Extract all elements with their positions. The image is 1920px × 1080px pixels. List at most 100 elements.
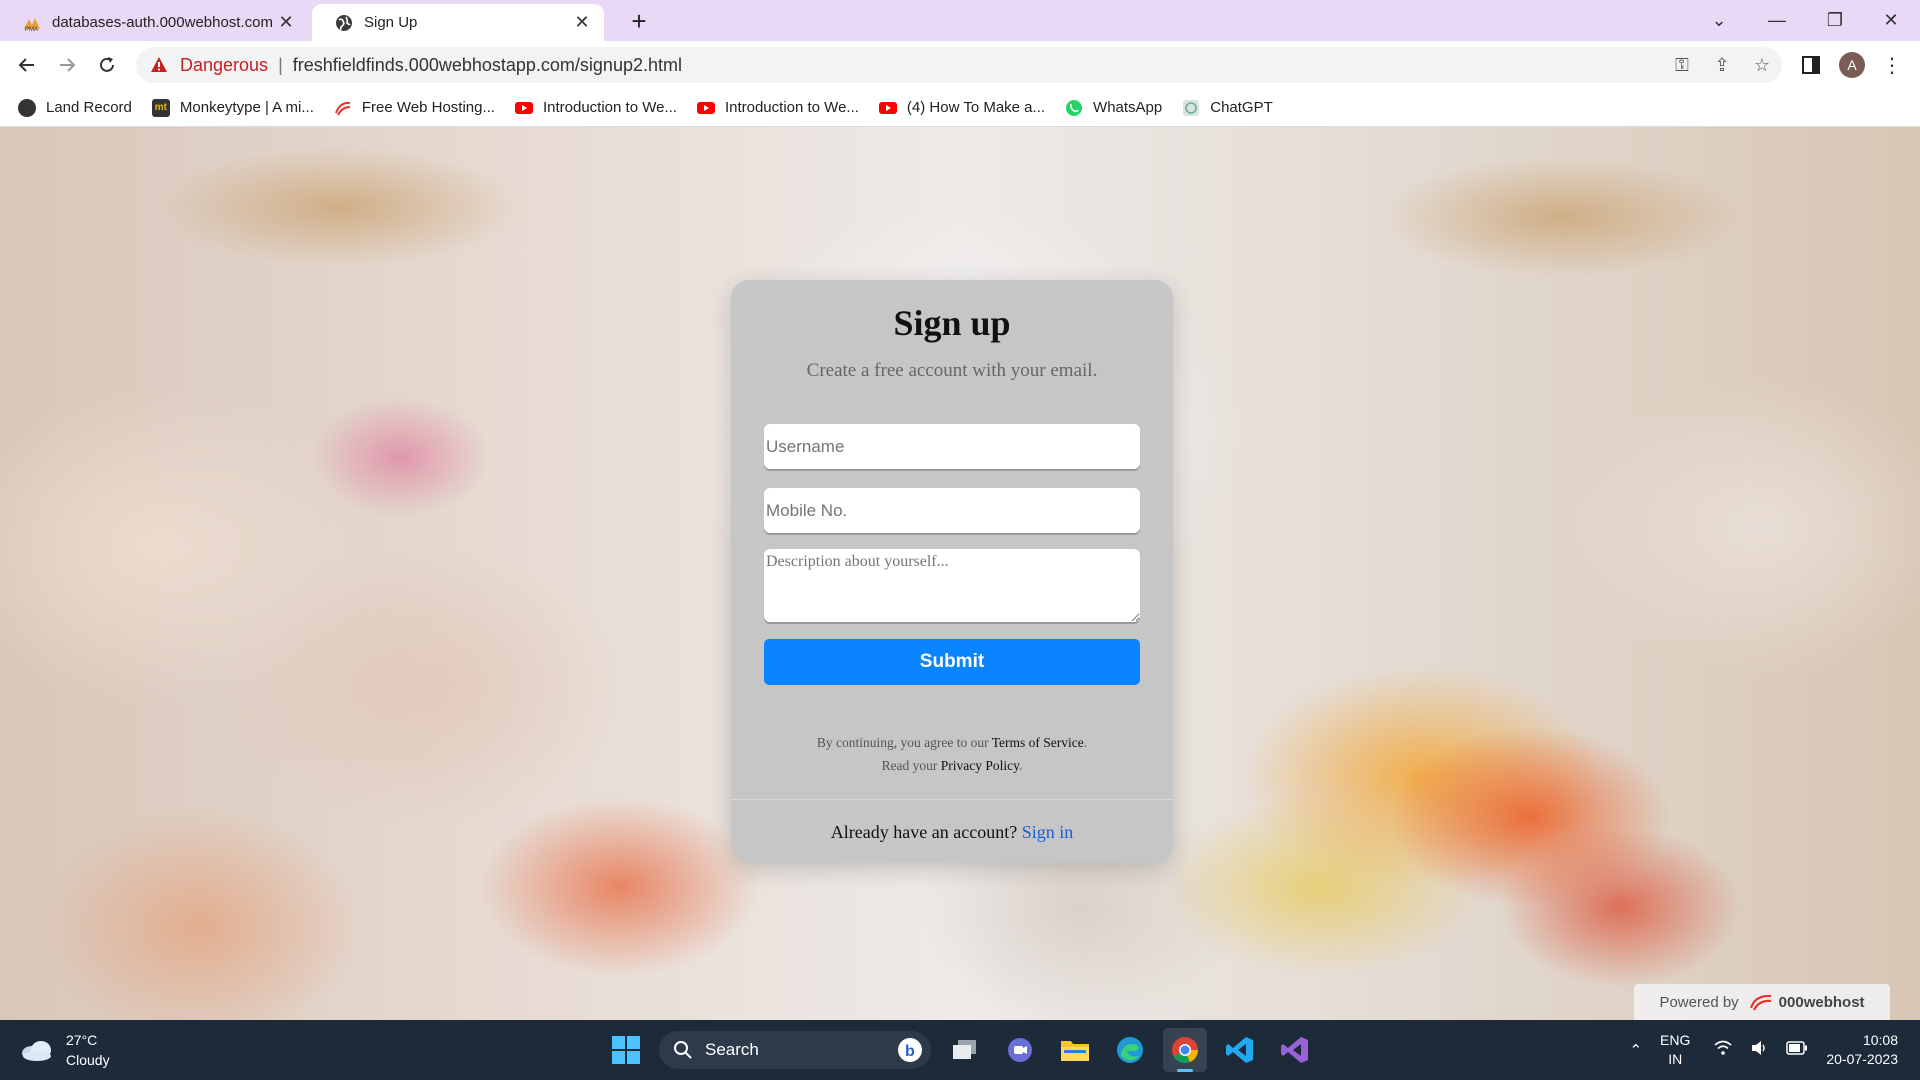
bookmark-whatsapp[interactable]: WhatsApp <box>1065 99 1162 117</box>
vscode-icon[interactable] <box>1218 1028 1262 1072</box>
bookmark-label: Introduction to We... <box>542 99 677 116</box>
reload-icon <box>100 57 114 72</box>
whatsapp-icon <box>1066 99 1083 116</box>
bookmark-label: ChatGPT <box>1210 99 1273 116</box>
signup-subtitle: Create a free account with your email. <box>806 360 1098 381</box>
windows-logo-glyph <box>612 1036 640 1064</box>
reload-button[interactable] <box>91 49 123 81</box>
powered-by-badge[interactable]: Powered by 000webhost <box>1634 984 1890 1020</box>
volume-icon[interactable] <box>1750 1040 1768 1060</box>
000webhost-icon <box>334 101 350 115</box>
clock-time: 10:08 <box>1862 1032 1898 1048</box>
clock[interactable]: 10:08 20-07-2023 <box>1826 1031 1898 1069</box>
tab-search-chevron-icon[interactable]: ⌄ <box>1690 0 1748 41</box>
privacy-policy-link[interactable]: Privacy Policy <box>941 758 1019 773</box>
chevron-up-icon[interactable]: ⌃ <box>1629 1041 1642 1059</box>
browser-toolbar: Dangerous | freshfieldfinds.000webhostap… <box>0 41 1920 89</box>
sign-in-link[interactable]: Sign in <box>1022 822 1074 842</box>
security-status[interactable]: Dangerous <box>180 55 268 76</box>
arrow-right-icon <box>60 58 76 72</box>
youtube-icon <box>514 101 533 114</box>
bookmark-label: WhatsApp <box>1093 99 1163 116</box>
browser-tab-strip: PMA databases-auth.000webhost.com ✕ Sign… <box>0 0 1920 41</box>
description-textarea[interactable] <box>764 549 1140 622</box>
share-icon[interactable]: ⇪ <box>1702 55 1742 76</box>
tab-databases-auth[interactable]: PMA databases-auth.000webhost.com ✕ <box>0 4 308 41</box>
battery-icon[interactable] <box>1786 1041 1808 1059</box>
bing-chat-icon[interactable]: b <box>897 1037 923 1063</box>
arrow-left-icon <box>18 58 34 72</box>
bookmark-introduction-1[interactable]: Introduction to We... <box>514 99 677 117</box>
new-tab-button[interactable]: + <box>624 6 654 36</box>
terms-notice: By continuing, you agree to our Terms of… <box>731 731 1173 777</box>
menu-kebab-icon[interactable]: ⋮ <box>1876 49 1908 81</box>
bookmark-monkeytype[interactable]: mt Monkeytype | A mi... <box>151 98 314 117</box>
000webhost-logo-icon <box>1749 994 1771 1011</box>
file-explorer-icon[interactable] <box>1053 1028 1097 1072</box>
powered-by-prefix: Powered by <box>1659 993 1739 1011</box>
language-indicator[interactable]: ENG IN <box>1660 1031 1690 1069</box>
edge-glyph <box>1117 1037 1143 1063</box>
signin-prompt: Already have an account? Sign in <box>731 822 1173 843</box>
window-close-button[interactable]: ✕ <box>1862 0 1920 41</box>
terms-prefix: By continuing, you agree to our <box>816 735 992 750</box>
bookmark-label: (4) How To Make a... <box>906 99 1046 116</box>
taskbar-search[interactable]: Search b <box>659 1031 931 1069</box>
side-panel-icon[interactable] <box>1795 49 1827 81</box>
url-text[interactable]: freshfieldfinds.000webhostapp.com/signup… <box>293 55 682 76</box>
chrome-icon[interactable] <box>1163 1028 1207 1072</box>
privacy-prefix: Read your <box>881 758 941 773</box>
visual-studio-glyph <box>1281 1037 1308 1063</box>
mobile-number-input[interactable] <box>764 488 1140 533</box>
speaker-glyph <box>1752 1041 1766 1055</box>
close-icon[interactable]: ✕ <box>572 12 592 33</box>
svg-text:PMA: PMA <box>25 27 38 33</box>
weather-desc: Cloudy <box>66 1052 110 1068</box>
terms-of-service-link[interactable]: Terms of Service <box>992 735 1084 750</box>
wifi-icon[interactable] <box>1714 1040 1732 1060</box>
minimize-button[interactable]: — <box>1748 0 1806 41</box>
bookmark-label: Monkeytype | A mi... <box>179 99 314 116</box>
teams-chat-icon[interactable] <box>998 1028 1042 1072</box>
bookmark-star-icon[interactable]: ☆ <box>1742 55 1782 76</box>
submit-button[interactable]: Submit <box>764 639 1140 685</box>
back-button[interactable] <box>11 49 43 81</box>
visual-studio-icon[interactable] <box>1273 1028 1317 1072</box>
bookmark-chatgpt[interactable]: ChatGPT <box>1182 99 1273 117</box>
terms-line: By continuing, you agree to our Terms of… <box>731 731 1173 754</box>
search-icon <box>674 1041 692 1059</box>
powered-by-brand: 000webhost <box>1778 993 1865 1011</box>
wifi-glyph <box>1714 1040 1732 1055</box>
svg-text:b: b <box>905 1043 915 1060</box>
bookmark-land-record[interactable]: Land Record <box>18 98 132 117</box>
windows-start-icon[interactable] <box>604 1028 648 1072</box>
task-view-glyph <box>953 1040 976 1059</box>
windows-taskbar: 27°C Cloudy Search b ⌃ ENG IN 10:08 20-0… <box>0 1020 1920 1080</box>
weather-widget[interactable]: 27°C Cloudy <box>20 1030 110 1070</box>
language-code: ENG <box>1660 1032 1691 1048</box>
address-bar[interactable]: Dangerous | freshfieldfinds.000webhostap… <box>136 47 1782 83</box>
bookmark-introduction-2[interactable]: Introduction to We... <box>696 99 859 117</box>
bookmark-label: Land Record <box>46 99 132 116</box>
url-separator: | <box>278 54 283 75</box>
close-icon[interactable]: ✕ <box>276 12 296 33</box>
username-input[interactable] <box>764 424 1140 469</box>
task-view-icon[interactable] <box>943 1028 987 1072</box>
profile-avatar[interactable]: A <box>1836 49 1868 81</box>
forward-button[interactable] <box>51 49 83 81</box>
card-divider <box>731 799 1173 800</box>
youtube-icon <box>696 101 715 114</box>
tab-label: databases-auth.000webhost.com <box>52 14 273 31</box>
restore-button[interactable]: ❐ <box>1806 0 1864 41</box>
key-icon[interactable]: ⚿ <box>1662 55 1702 76</box>
bookmark-how-to-make[interactable]: (4) How To Make a... <box>878 99 1046 117</box>
taskbar-apps: Search b <box>604 1028 1328 1072</box>
edge-icon[interactable] <box>1108 1028 1152 1072</box>
warning-icon <box>151 57 167 72</box>
chatgpt-icon <box>1183 99 1200 116</box>
tab-sign-up[interactable]: Sign Up ✕ <box>312 4 604 41</box>
region-code: IN <box>1668 1051 1683 1067</box>
search-label: Search <box>705 1040 759 1059</box>
bookmark-free-web-hosting[interactable]: Free Web Hosting... <box>334 99 495 117</box>
battery-glyph <box>1786 1041 1808 1055</box>
